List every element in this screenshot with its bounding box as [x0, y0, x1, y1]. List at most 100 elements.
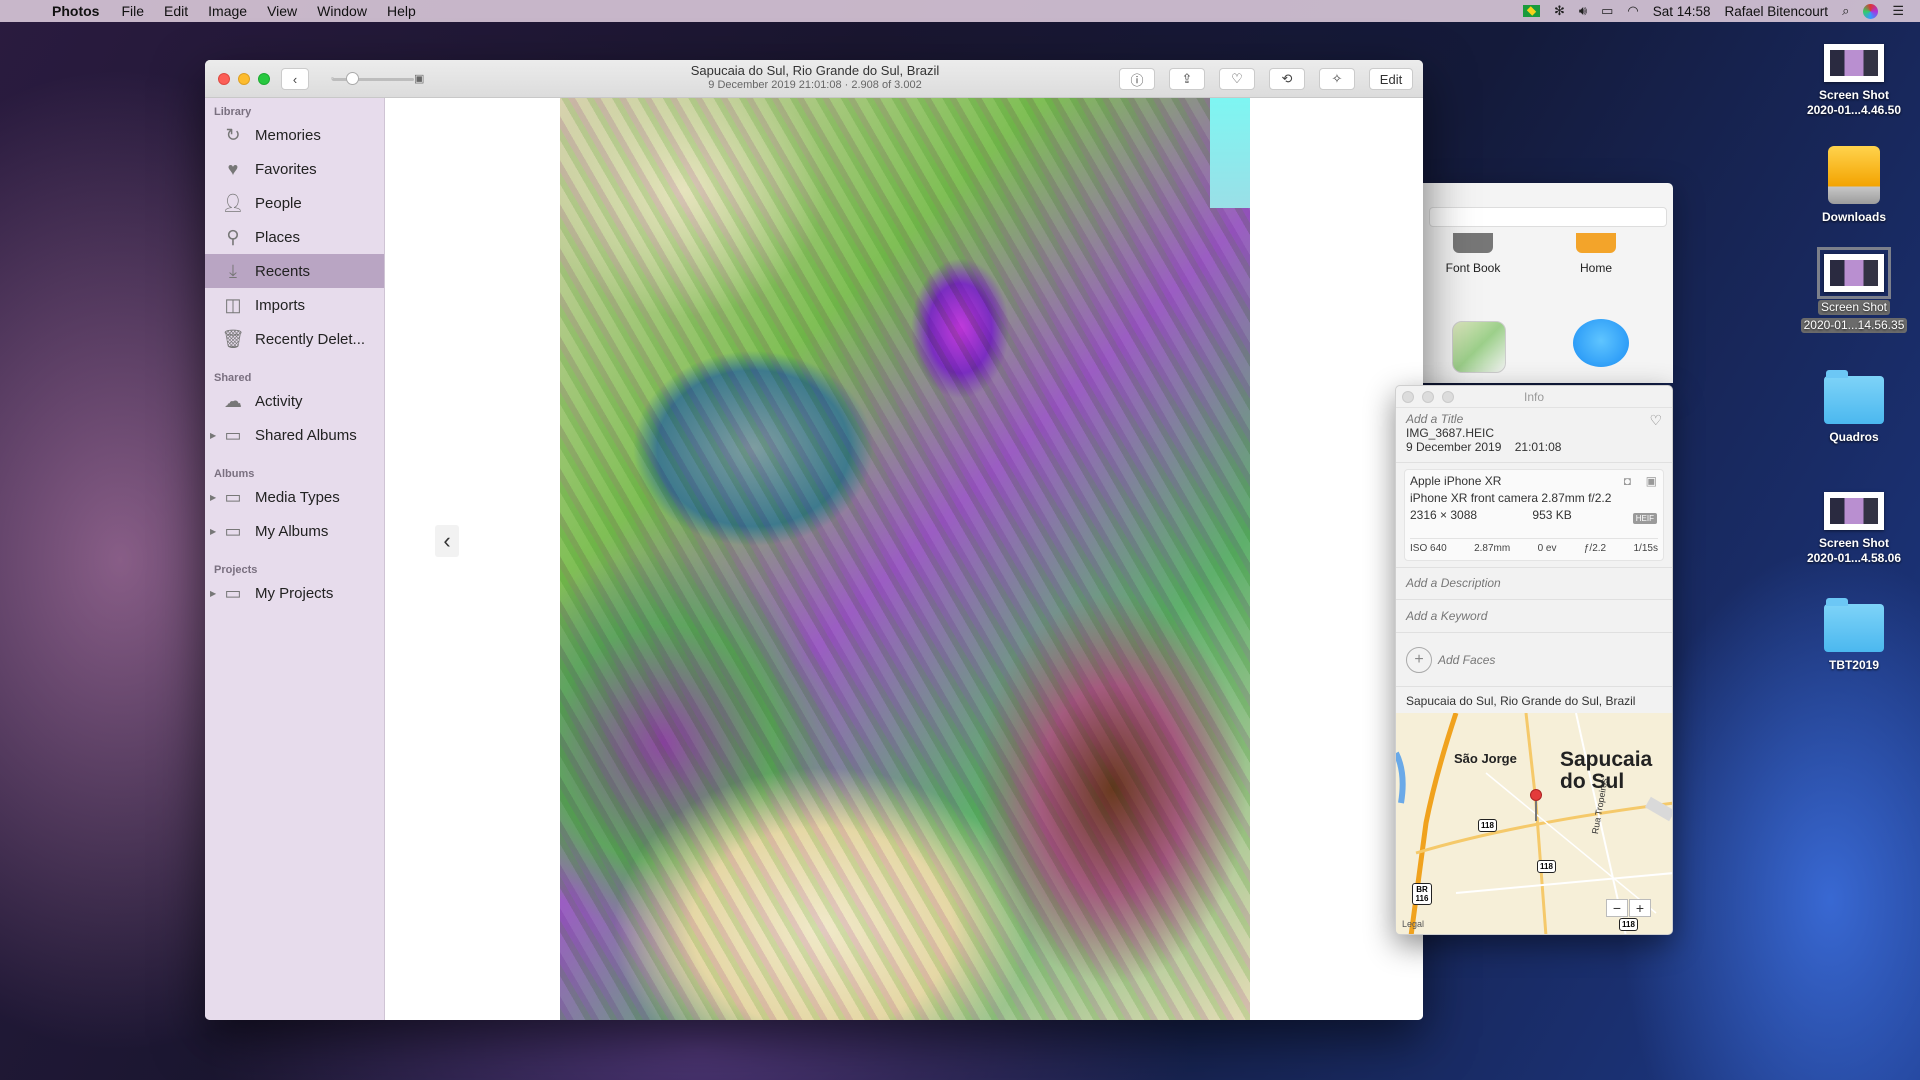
sidebar-section-albums: Albums — [214, 468, 255, 480]
display-mirroring-icon[interactable]: ▭ — [1601, 3, 1613, 19]
disclosure-triangle-icon[interactable]: ▶ — [210, 431, 216, 440]
sidebar-item-label: Places — [255, 228, 301, 246]
camera-dimensions-row: 2316 × 3088 953 KB — [1410, 508, 1658, 525]
photo-location-label: Sapucaia do Sul, Rio Grande do Sul, Braz… — [1406, 694, 1636, 708]
sidebar-item-memories[interactable]: ↻ Memories — [205, 118, 384, 152]
zoom-slider-knob[interactable] — [346, 72, 359, 85]
desktop-icon-downloads[interactable]: Downloads — [1794, 146, 1914, 225]
folder-icon: ▭ — [224, 582, 242, 603]
window-close-button[interactable] — [218, 73, 230, 85]
menu-bar: Photos File Edit Image View Window Help … — [0, 0, 1920, 22]
sidebar-item-my-albums[interactable]: ▶ ▭ My Albums — [205, 514, 384, 548]
bluetooth-icon[interactable]: ✻ — [1554, 3, 1565, 19]
map-zoom-in-button[interactable]: + — [1629, 899, 1651, 917]
disclosure-triangle-icon[interactable]: ▶ — [210, 589, 216, 598]
sidebar-item-shared-albums[interactable]: ▶ ▭ Shared Albums — [205, 418, 384, 452]
sidebar-item-favorites[interactable]: ♥ Favorites — [205, 152, 384, 186]
window-minimize-button[interactable] — [238, 73, 250, 85]
info-minimize-button[interactable] — [1422, 391, 1434, 403]
app-tile-maps[interactable] — [1451, 321, 1507, 373]
sidebar-item-people[interactable]: 👤︎ People — [205, 186, 384, 220]
desktop-icon-label: Quadros — [1829, 430, 1879, 444]
back-button[interactable]: ‹ — [281, 68, 309, 90]
sidebar-item-activity[interactable]: ☁ Activity — [205, 384, 384, 418]
heart-icon: ♡ — [1231, 71, 1243, 86]
menu-window[interactable]: Window — [317, 3, 367, 19]
input-source-flag-icon[interactable] — [1522, 5, 1540, 17]
volume-icon[interactable]: 🔊︎ — [1579, 3, 1587, 19]
sidebar-item-imports[interactable]: ◫ Imports — [205, 288, 384, 322]
desktop-icon-screenshot-1[interactable]: Screen Shot 2020-01...4.46.50 — [1794, 44, 1914, 118]
wifi-icon[interactable]: ◠ — [1627, 3, 1638, 19]
sidebar-item-my-projects[interactable]: ▶ ▭ My Projects — [205, 576, 384, 610]
sidebar-item-recently-deleted[interactable]: 🗑︎ Recently Delet... — [205, 322, 384, 356]
desktop-icon-tbt2019[interactable]: TBT2019 — [1794, 598, 1914, 673]
rotate-button[interactable]: ⟲ — [1269, 68, 1305, 90]
add-faces-row[interactable]: + Add Faces — [1396, 633, 1672, 686]
spotlight-search-icon[interactable]: ⌕ — [1842, 3, 1849, 19]
info-close-button[interactable] — [1402, 391, 1414, 403]
menu-view[interactable]: View — [267, 3, 297, 19]
info-zoom-button[interactable] — [1442, 391, 1454, 403]
camera-model: Apple iPhone XR — [1410, 474, 1502, 488]
desktop-icon-screenshot-3[interactable]: Screen Shot 2020-01...4.58.06 — [1794, 492, 1914, 566]
app-tile-label: Font Book — [1445, 261, 1501, 275]
photo-filename: IMG_3687.HEIC — [1406, 426, 1495, 440]
info-button[interactable]: ⓘ — [1119, 68, 1155, 90]
siri-icon[interactable] — [1863, 3, 1879, 19]
enhance-button[interactable]: ✧ — [1319, 68, 1355, 90]
exif-row: ISO 640 2.87mm 0 ev ƒ/2.2 1/15s — [1410, 538, 1658, 554]
share-button[interactable]: ⇪ — [1169, 68, 1205, 90]
add-face-plus-icon[interactable]: + — [1406, 646, 1432, 673]
zoom-slider-track[interactable] — [332, 78, 414, 81]
sidebar-item-recents[interactable]: ⤓ Recents — [205, 254, 384, 288]
menu-edit[interactable]: Edit — [164, 3, 188, 19]
map-legal-link[interactable]: Legal — [1402, 919, 1424, 929]
desktop-icon-screenshot-2[interactable]: Screen Shot 2020-01...14.56.35 — [1794, 247, 1914, 334]
app-tile-messages[interactable] — [1571, 319, 1631, 367]
sidebar-item-media-types[interactable]: ▶ ▭ Media Types — [205, 480, 384, 514]
menu-image[interactable]: Image — [208, 3, 247, 19]
road-badge-118: 118 — [1478, 819, 1497, 832]
screenshot-icon: ▣ — [1645, 474, 1657, 488]
pin-icon: ⚲ — [226, 226, 240, 247]
desktop-icon-quadros[interactable]: Quadros — [1794, 370, 1914, 445]
map-zoom-out-button[interactable]: − — [1606, 899, 1628, 917]
launcher-search-field[interactable] — [1429, 207, 1667, 227]
home-icon — [1576, 233, 1616, 253]
photo-location-title: Sapucaia do Sul, Rio Grande do Sul, Braz… — [690, 63, 940, 78]
sidebar-item-label: My Albums — [255, 522, 329, 540]
previous-photo-button[interactable]: ‹ — [435, 525, 459, 557]
sidebar: Library ↻ Memories ♥ Favorites 👤︎ People ⚲ P… — [205, 98, 385, 1020]
app-tile-home[interactable]: Home — [1546, 233, 1646, 275]
map-pin-icon[interactable] — [1530, 789, 1542, 801]
location-map[interactable]: São Jorge Sapucaia do Sul Rua Tropeiros … — [1396, 713, 1672, 934]
heart-icon: ♥ — [227, 158, 239, 179]
photo-image[interactable] — [560, 98, 1250, 1020]
menu-app-name[interactable]: Photos — [52, 3, 99, 19]
road-badge-118: 118 — [1619, 918, 1638, 931]
disclosure-triangle-icon[interactable]: ▶ — [210, 527, 216, 536]
exif-shutter: 1/15s — [1633, 543, 1658, 554]
add-keyword-field[interactable]: Add a Keyword — [1396, 600, 1672, 632]
menu-help[interactable]: Help — [387, 3, 416, 19]
desktop-icon-label: Screen Shot — [1818, 88, 1890, 102]
disclosure-triangle-icon[interactable]: ▶ — [210, 493, 216, 502]
add-title-field[interactable]: Add a Title — [1396, 412, 1672, 426]
sidebar-item-places[interactable]: ⚲ Places — [205, 220, 384, 254]
sidebar-item-label: Media Types — [255, 488, 340, 506]
favorite-button[interactable]: ♡ — [1219, 68, 1255, 90]
edit-button[interactable]: Edit — [1369, 68, 1413, 90]
menu-clock[interactable]: Sat 14:58 — [1653, 4, 1711, 19]
app-tile-font-book[interactable]: Font Book — [1423, 233, 1523, 275]
menu-user-name[interactable]: Rafael Bitencourt — [1725, 4, 1829, 19]
camera-icon: ◫ — [224, 294, 242, 315]
menu-file[interactable]: File — [121, 3, 144, 19]
window-title-block: Sapucaia do Sul, Rio Grande do Sul, Braz… — [545, 63, 1085, 91]
add-description-field[interactable]: Add a Description — [1396, 568, 1672, 599]
heart-icon[interactable]: ♡ — [1649, 412, 1662, 429]
rotate-icon: ⟲ — [1281, 71, 1293, 86]
photo-corner-highlight — [1210, 98, 1250, 208]
notification-center-icon[interactable]: ☰ — [1892, 3, 1904, 19]
window-zoom-button[interactable] — [258, 73, 270, 85]
